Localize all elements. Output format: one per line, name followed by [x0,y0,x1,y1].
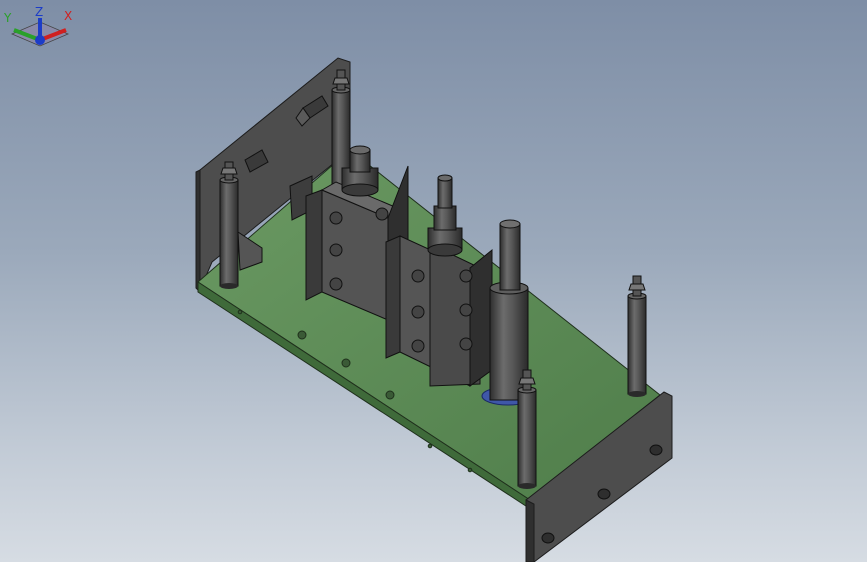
triad-x-label: X [64,9,72,23]
post-left-front[interactable] [219,161,239,289]
post-right-front[interactable] [517,369,537,489]
post-right-back[interactable] [627,275,647,397]
assembly-model[interactable] [0,0,867,562]
coordinate-triad: X Y Z [3,5,72,47]
back-plate-edge [195,169,201,294]
triad-y-label: Y [3,11,12,25]
triad-origin [35,35,45,45]
triad-z-label: Z [35,5,43,19]
cad-viewport[interactable]: X Y Z [0,0,867,562]
